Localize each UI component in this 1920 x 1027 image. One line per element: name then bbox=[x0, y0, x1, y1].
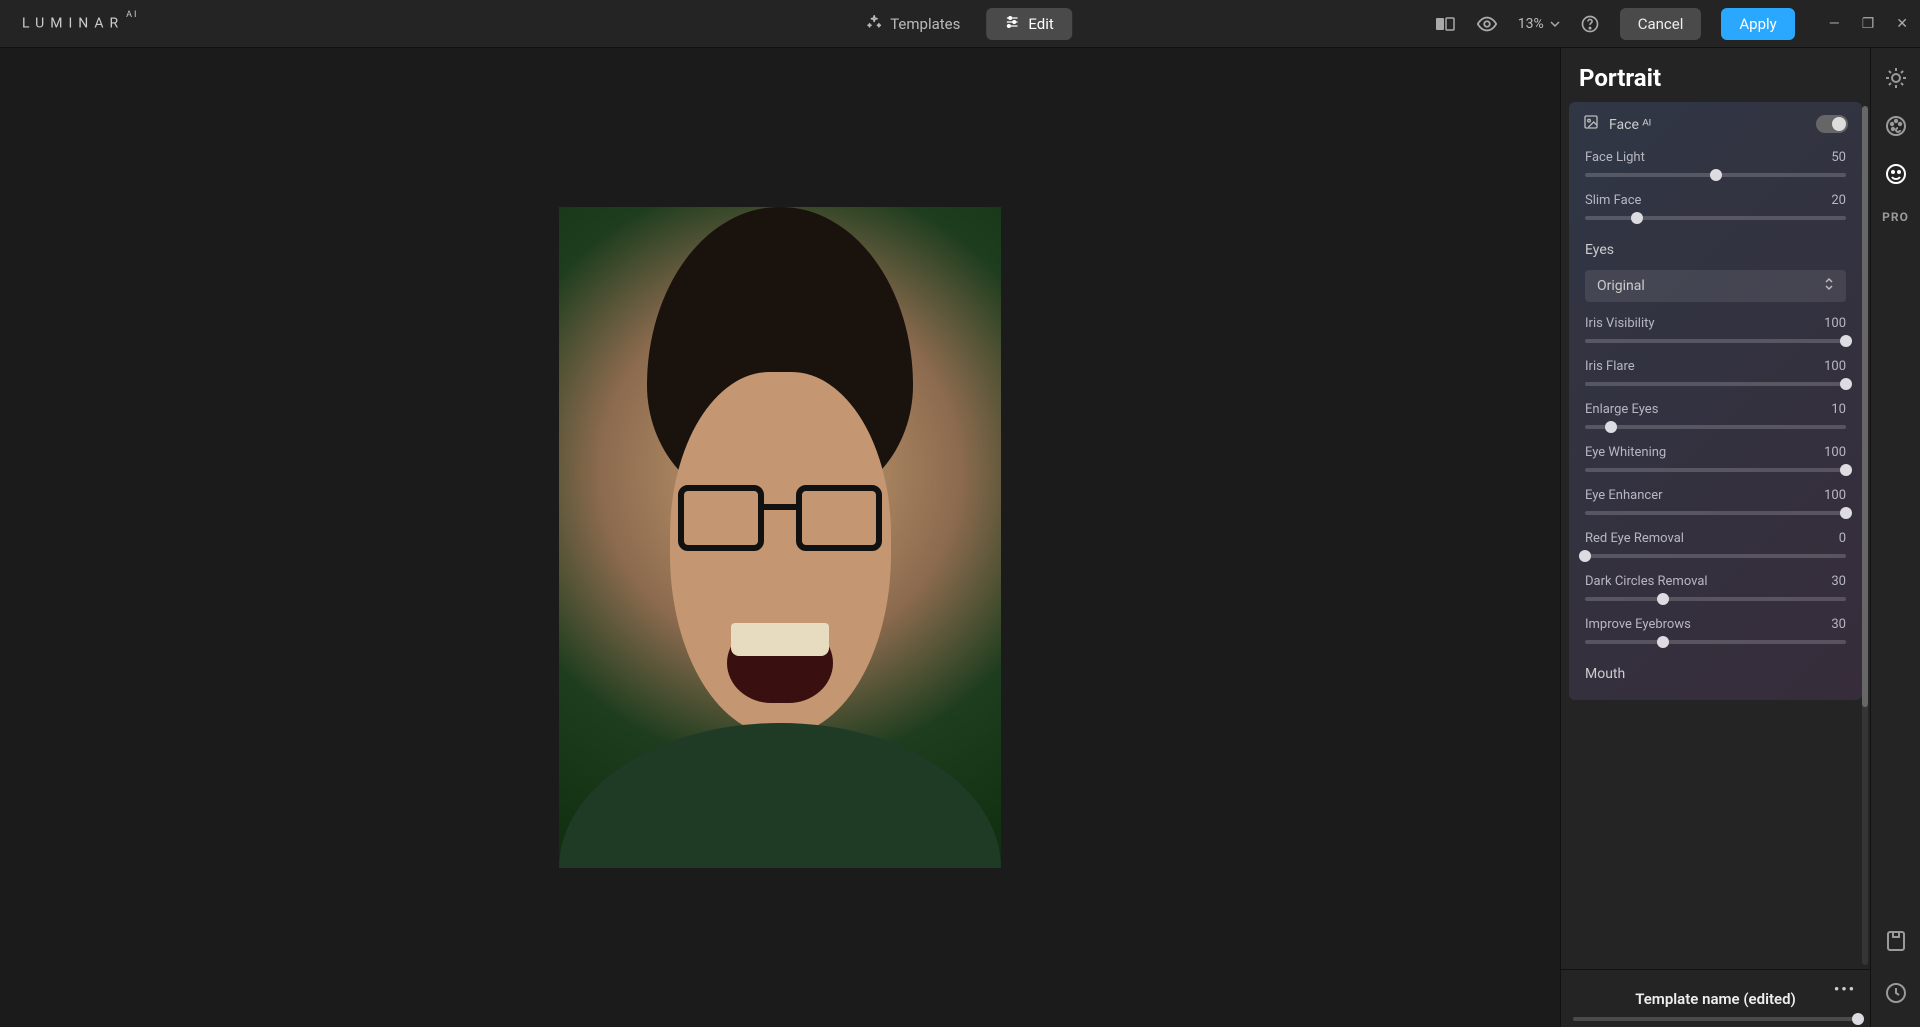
slider-label: Slim Face bbox=[1585, 193, 1641, 208]
updown-icon bbox=[1824, 277, 1834, 295]
tool-creative[interactable] bbox=[1884, 114, 1908, 142]
template-more-icon[interactable]: ••• bbox=[1834, 980, 1856, 998]
right-panels: Portrait Face ᴬᴵ Face Light 50 bbox=[1560, 48, 1920, 1027]
template-name: Template name (edited) bbox=[1635, 990, 1796, 1008]
preview-eye-icon[interactable] bbox=[1476, 13, 1498, 35]
mode-tabs: Templates Edit bbox=[848, 8, 1072, 40]
main-area: Portrait Face ᴬᴵ Face Light 50 bbox=[0, 48, 1920, 1027]
slider-dark-circles[interactable]: Dark Circles Removal 30 bbox=[1569, 570, 1862, 613]
topbar-right: 13% Cancel Apply — ❐ ✕ bbox=[1436, 8, 1908, 40]
section-face-visibility-toggle[interactable] bbox=[1816, 115, 1848, 133]
slider-enlarge-eyes[interactable]: Enlarge Eyes 10 bbox=[1569, 398, 1862, 441]
slider-value: 100 bbox=[1824, 488, 1846, 503]
app-logo: LUMINARAI bbox=[22, 15, 138, 32]
zoom-value: 13% bbox=[1518, 16, 1544, 32]
slider-value: 50 bbox=[1831, 150, 1846, 165]
section-eyes-label: Eyes bbox=[1569, 232, 1862, 266]
window-minimize-icon[interactable]: — bbox=[1829, 16, 1840, 32]
section-mouth-label: Mouth bbox=[1569, 656, 1862, 690]
slider-value: 30 bbox=[1831, 574, 1846, 589]
tool-portrait[interactable] bbox=[1884, 162, 1908, 190]
template-bar: ••• Template name (edited) bbox=[1561, 969, 1870, 1027]
slider-label: Iris Flare bbox=[1585, 359, 1635, 374]
slider-value: 0 bbox=[1839, 531, 1846, 546]
section-face-header[interactable]: Face ᴬᴵ bbox=[1569, 102, 1862, 146]
slider-value: 10 bbox=[1831, 402, 1846, 417]
sliders-icon bbox=[1004, 14, 1020, 34]
panel-scroll[interactable]: Face ᴬᴵ Face Light 50 Slim Face 20 Eyes bbox=[1561, 102, 1870, 969]
slider-label: Iris Visibility bbox=[1585, 316, 1655, 331]
tool-pro[interactable]: PRO bbox=[1882, 210, 1909, 224]
section-face-label: Face ᴬᴵ bbox=[1609, 116, 1651, 133]
section-face: Face ᴬᴵ Face Light 50 Slim Face 20 Eyes bbox=[1569, 102, 1862, 700]
tab-edit[interactable]: Edit bbox=[986, 8, 1071, 40]
slider-eyebrows[interactable]: Improve Eyebrows 30 bbox=[1569, 613, 1862, 656]
slider-label: Eye Enhancer bbox=[1585, 488, 1663, 503]
slider-eye-enhancer[interactable]: Eye Enhancer 100 bbox=[1569, 484, 1862, 527]
tab-edit-label: Edit bbox=[1028, 15, 1053, 33]
slider-value: 100 bbox=[1824, 445, 1846, 460]
slider-value: 20 bbox=[1831, 193, 1846, 208]
edit-panel: Portrait Face ᴬᴵ Face Light 50 bbox=[1560, 48, 1870, 1027]
zoom-dropdown[interactable]: 13% bbox=[1518, 16, 1560, 32]
slider-label: Face Light bbox=[1585, 150, 1645, 165]
slider-label: Enlarge Eyes bbox=[1585, 402, 1658, 417]
brand-sup: AI bbox=[126, 10, 138, 20]
top-bar: LUMINARAI Templates Edit 13% C bbox=[0, 0, 1920, 48]
window-maximize-icon[interactable]: ❐ bbox=[1862, 16, 1875, 32]
slider-iris-flare[interactable]: Iris Flare 100 bbox=[1569, 355, 1862, 398]
cancel-button[interactable]: Cancel bbox=[1620, 8, 1702, 40]
template-strength-slider[interactable] bbox=[1573, 1017, 1858, 1021]
slider-value: 100 bbox=[1824, 316, 1846, 331]
compare-icon[interactable] bbox=[1436, 17, 1456, 31]
slider-eye-whitening[interactable]: Eye Whitening 100 bbox=[1569, 441, 1862, 484]
panel-title: Portrait bbox=[1561, 48, 1870, 102]
slider-value: 100 bbox=[1824, 359, 1846, 374]
tool-essentials[interactable] bbox=[1884, 66, 1908, 94]
slider-label: Improve Eyebrows bbox=[1585, 617, 1691, 632]
portrait-icon bbox=[1583, 114, 1599, 134]
canvas[interactable] bbox=[0, 48, 1560, 1027]
brand-text: LUMINAR bbox=[22, 16, 124, 32]
tool-export[interactable] bbox=[1884, 929, 1908, 957]
iris-preset-select[interactable]: Original bbox=[1585, 270, 1846, 302]
sparkle-icon bbox=[866, 14, 882, 34]
slider-label: Dark Circles Removal bbox=[1585, 574, 1708, 589]
slider-face-light[interactable]: Face Light 50 bbox=[1569, 146, 1862, 189]
photo-preview bbox=[559, 207, 1001, 868]
scrollbar[interactable] bbox=[1862, 106, 1868, 965]
slider-red-eye[interactable]: Red Eye Removal 0 bbox=[1569, 527, 1862, 570]
slider-slim-face[interactable]: Slim Face 20 bbox=[1569, 189, 1862, 232]
chevron-down-icon bbox=[1550, 19, 1560, 29]
tool-history[interactable] bbox=[1884, 981, 1908, 1009]
slider-label: Eye Whitening bbox=[1585, 445, 1666, 460]
tool-rail: PRO bbox=[1870, 48, 1920, 1027]
slider-value: 30 bbox=[1831, 617, 1846, 632]
slider-iris-visibility[interactable]: Iris Visibility 100 bbox=[1569, 312, 1862, 355]
window-close-icon[interactable]: ✕ bbox=[1896, 16, 1908, 32]
tab-templates[interactable]: Templates bbox=[848, 8, 978, 40]
help-icon[interactable] bbox=[1580, 14, 1600, 34]
window-controls: — ❐ ✕ bbox=[1829, 16, 1908, 32]
iris-preset-value: Original bbox=[1597, 278, 1645, 294]
tab-templates-label: Templates bbox=[890, 15, 960, 33]
slider-label: Red Eye Removal bbox=[1585, 531, 1684, 546]
apply-button[interactable]: Apply bbox=[1721, 8, 1794, 40]
